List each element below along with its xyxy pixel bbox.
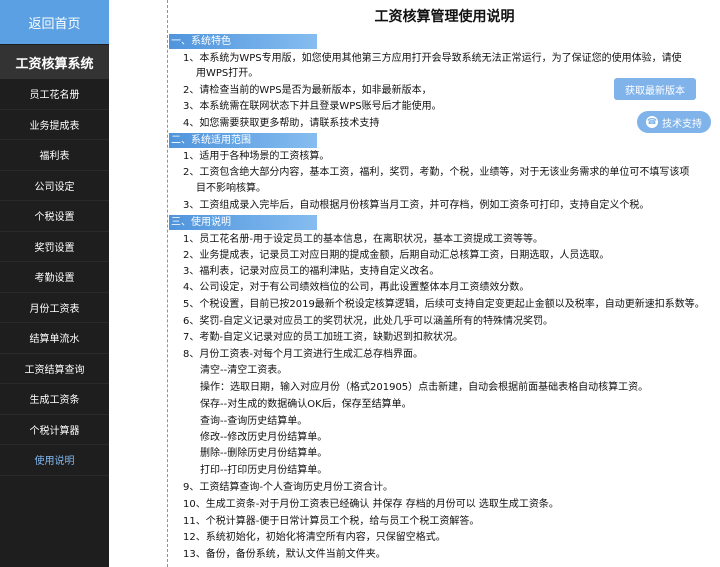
support-icon: ☎ bbox=[646, 116, 658, 128]
page-title: 工资核算管理使用说明 bbox=[374, 9, 515, 25]
instruction-line: 3、工资组成录入完毕后，自动根据月份核算当月工资，并可存档，例如工资条可打印，支… bbox=[183, 200, 650, 211]
instruction-line: 8、月份工资表-对每个月工资进行生成汇总存档界面。 bbox=[183, 349, 423, 360]
sidebar-item-instructions[interactable]: 使用说明 bbox=[0, 445, 109, 476]
instruction-line: 修改--修改历史月份结算单。 bbox=[200, 432, 328, 443]
sidebar-item-reward-penalty[interactable]: 奖罚设置 bbox=[0, 232, 109, 262]
instruction-line: 2、业务提成表，记录员工对应日期的提成金额，后期自动汇总核算工资，日期选取，人员… bbox=[183, 250, 610, 261]
instruction-line: 11、个税计算器-便于日常计算员工个税，给与员工个税工资解答。 bbox=[183, 516, 480, 527]
instruction-line: 3、本系统需在联网状态下并且登录WPS账号后才能使用。 bbox=[183, 101, 442, 112]
instruction-line: 4、如您需要获取更多帮助，请联系技术支持 bbox=[183, 118, 380, 129]
section-heading-usage: 三、使用说明 bbox=[169, 215, 317, 230]
instruction-line: 5、个税设置，目前已按2019最新个税设定核算逻辑，后续可支持自定变更起止金额以… bbox=[183, 299, 705, 310]
instruction-line: 保存--对生成的数据确认OK后，保存至结算单。 bbox=[200, 399, 412, 410]
instruction-line: 13、备份，备份系统，默认文件当前文件夹。 bbox=[183, 549, 386, 560]
sidebar-item-company-settings[interactable]: 公司设定 bbox=[0, 171, 109, 201]
home-button[interactable]: 返回首页 bbox=[0, 0, 109, 44]
instruction-line: 6、奖罚-自定义记录对应员工的奖罚状况，此处几乎可以涵盖所有的特殊情况奖罚。 bbox=[183, 316, 553, 327]
section-heading-features: 一、系统特色 bbox=[169, 34, 317, 49]
instruction-line: 1、员工花名册-用于设定员工的基本信息，在离职状况，基本工资提成工资等等。 bbox=[183, 234, 543, 245]
instruction-line: 1、适用于各种场景的工资核算。 bbox=[183, 151, 330, 162]
dashed-divider bbox=[167, 0, 168, 567]
sidebar-menu: 员工花名册 业务提成表 福利表 公司设定 个税设置 奖罚设置 考勤设置 月份工资… bbox=[0, 79, 109, 476]
sidebar-item-roster[interactable]: 员工花名册 bbox=[0, 79, 109, 110]
sidebar-item-tax-calculator[interactable]: 个税计算器 bbox=[0, 415, 109, 445]
tech-support-label: 技术支持 bbox=[662, 118, 702, 130]
sidebar-item-payslip[interactable]: 生成工资条 bbox=[0, 384, 109, 415]
instruction-line: 4、公司设定，对于有公司绩效档位的公司，再此设置整体本月工资绩效分数。 bbox=[183, 282, 530, 293]
instruction-line: 打印--打印历史月份结算单。 bbox=[200, 465, 328, 476]
sidebar-item-attendance[interactable]: 考勤设置 bbox=[0, 262, 109, 293]
sidebar-item-salary-query[interactable]: 工资结算查询 bbox=[0, 354, 109, 384]
instruction-line: 12、系统初始化，初始化将清空所有内容，只保留空格式。 bbox=[183, 532, 446, 543]
instruction-line: 10、生成工资条-对于月份工资表已经确认 并保存 存档的月份可以 选取生成工资条… bbox=[183, 499, 559, 510]
instruction-line: 3、福利表，记录对应员工的福利津贴，支持自定义改名。 bbox=[183, 266, 440, 277]
system-title: 工资核算系统 bbox=[0, 45, 109, 79]
get-latest-version-button[interactable]: 获取最新版本 bbox=[614, 78, 696, 100]
instruction-line: 用WPS打开。 bbox=[196, 68, 259, 79]
instruction-line: 7、考勤-自定义记录对应的员工加班工资，缺勤迟到扣款状况。 bbox=[183, 332, 463, 343]
sidebar-item-commission[interactable]: 业务提成表 bbox=[0, 110, 109, 140]
sidebar-item-welfare[interactable]: 福利表 bbox=[0, 140, 109, 171]
tech-support-button[interactable]: ☎ 技术支持 bbox=[637, 111, 711, 133]
instruction-line: 查询--查询历史结算单。 bbox=[200, 416, 308, 427]
instruction-line: 删除--删除历史月份结算单。 bbox=[200, 448, 328, 459]
instruction-line: 1、本系统为WPS专用版，如您使用其他第三方应用打开会导致系统无法正常运行，为了… bbox=[183, 53, 682, 64]
instruction-line: 清空--清空工资表。 bbox=[200, 365, 288, 376]
content-area: 工资核算管理使用说明 一、系统特色 1、本系统为WPS专用版，如您使用其他第三方… bbox=[169, 0, 720, 567]
sidebar-item-monthly-payroll[interactable]: 月份工资表 bbox=[0, 293, 109, 323]
instruction-line: 操作：选取日期，输入对应月份（格式201905）点击新建，自动会根据前面基础表格… bbox=[200, 382, 649, 393]
instruction-line: 目不影响核算。 bbox=[196, 183, 266, 194]
instruction-line: 2、工资包含绝大部分内容，基本工资，福利，奖罚，考勤，个税，业绩等，对于无该业务… bbox=[183, 167, 690, 178]
section-heading-scope: 二、系统适用范围 bbox=[169, 133, 317, 148]
instruction-line: 9、工资结算查询-个人查询历史月份工资合计。 bbox=[183, 482, 393, 493]
sidebar-item-settlement-log[interactable]: 结算单流水 bbox=[0, 323, 109, 354]
sidebar: 返回首页 工资核算系统 员工花名册 业务提成表 福利表 公司设定 个税设置 奖罚… bbox=[0, 0, 109, 567]
gutter bbox=[110, 0, 167, 567]
instruction-line: 2、请检查当前的WPS是否为最新版本，如非最新版本， bbox=[183, 85, 432, 96]
sidebar-item-tax-settings[interactable]: 个税设置 bbox=[0, 201, 109, 232]
